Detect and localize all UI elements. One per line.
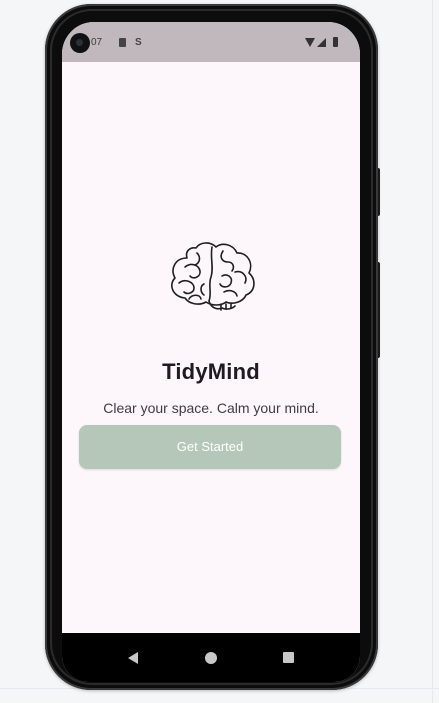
home-icon[interactable]: [205, 652, 217, 664]
status-bar: 07 S: [62, 22, 360, 62]
get-started-button[interactable]: Get Started: [79, 425, 341, 469]
navigation-bar: [62, 633, 360, 682]
signal-icon: [317, 38, 326, 47]
recents-icon[interactable]: [283, 652, 294, 663]
welcome-screen: TidyMind Clear your space. Calm your min…: [62, 62, 360, 633]
back-icon[interactable]: [128, 652, 138, 664]
wifi-icon: [305, 38, 315, 47]
camera-icon: [70, 33, 90, 53]
status-time: 07: [91, 37, 103, 48]
app-tagline: Clear your space. Calm your mind.: [103, 400, 319, 416]
sim-card-icon: [119, 38, 126, 47]
app-title: TidyMind: [162, 358, 260, 384]
s-icon: S: [135, 37, 142, 48]
phone-screen: 07 S TidyMind Clear your space. Calm you…: [62, 22, 360, 682]
page-divider-vertical: [432, 0, 433, 703]
brain-icon: [171, 242, 255, 311]
battery-icon: [333, 37, 338, 47]
phone-frame: 07 S TidyMind Clear your space. Calm you…: [45, 4, 378, 690]
